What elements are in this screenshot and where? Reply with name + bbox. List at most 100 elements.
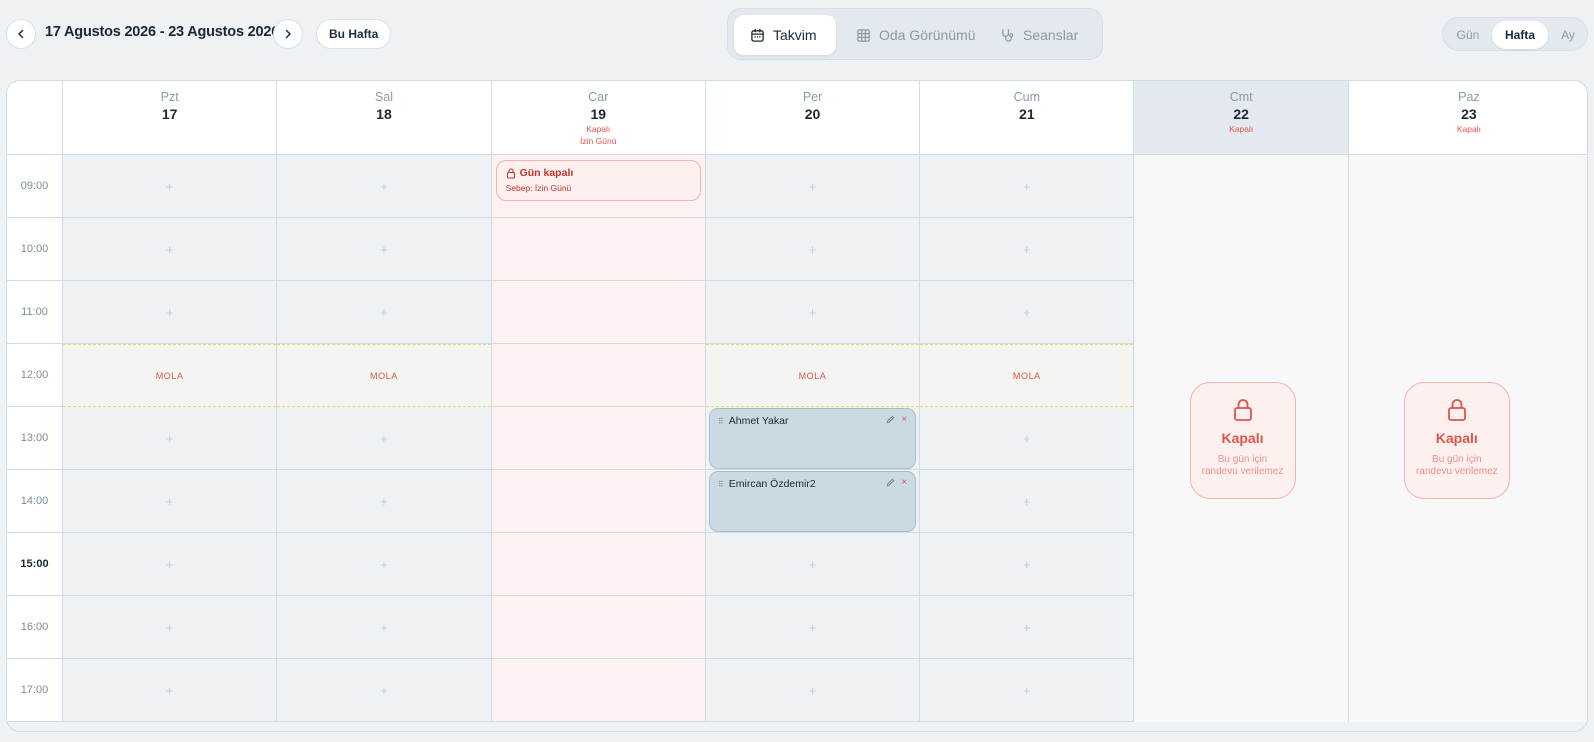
next-week-button[interactable]	[273, 19, 303, 49]
closed-card-subtitle-2: randevu verilemez	[1415, 466, 1498, 477]
time-slot[interactable]: +	[63, 470, 277, 533]
edit-icon[interactable]	[886, 478, 895, 487]
time-slot[interactable]: +	[63, 155, 277, 218]
drag-handle-icon[interactable]: ⠿	[718, 417, 724, 426]
appointment-patient-name: Ahmet Yakar	[728, 415, 789, 427]
time-slot[interactable]: +	[705, 218, 920, 281]
time-slot[interactable]: +	[63, 659, 277, 722]
day-column-paz: Kapalı Bu gün için randevu verilemez	[1348, 155, 1587, 722]
add-slot-icon: +	[165, 493, 174, 509]
day-header-per[interactable]: Per 20	[705, 81, 921, 155]
time-slot[interactable]: +	[277, 659, 491, 722]
day-header-car[interactable]: Car 19 Kapalı İzin Günü	[491, 81, 706, 155]
add-slot-icon: +	[165, 241, 174, 257]
time-slot[interactable]: +	[63, 533, 277, 596]
day-column-sal: + + + MOLA + + + + +	[277, 155, 492, 722]
day-number: 18	[376, 106, 392, 122]
time-slot[interactable]: +	[63, 596, 277, 659]
time-slot	[491, 470, 705, 533]
lock-icon	[1233, 399, 1252, 421]
time-slot[interactable]: +	[705, 596, 920, 659]
add-slot-icon: +	[165, 619, 174, 635]
tab-ay[interactable]: Ay	[1550, 21, 1586, 49]
drag-handle-icon[interactable]: ⠿	[718, 480, 724, 489]
time-slot[interactable]: +	[920, 218, 1134, 281]
day-header-sal[interactable]: Sal 18	[277, 81, 492, 155]
time-slot[interactable]: +	[705, 155, 920, 218]
time-slot[interactable]: +	[277, 533, 491, 596]
this-week-button[interactable]: Bu Hafta	[316, 19, 392, 49]
time-slot[interactable]: +	[277, 596, 491, 659]
time-slot[interactable]: +	[705, 659, 920, 722]
time-slot[interactable]: +	[277, 470, 491, 533]
time-slot	[491, 659, 705, 722]
add-slot-icon: +	[380, 493, 388, 509]
time-slot[interactable]: +	[920, 596, 1134, 659]
edit-icon[interactable]	[886, 415, 895, 424]
time-slot[interactable]: +	[277, 218, 491, 281]
day-header-paz[interactable]: Paz 23 Kapalı	[1348, 81, 1587, 155]
add-slot-icon: +	[165, 430, 174, 446]
break-slot: MOLA	[705, 344, 920, 407]
day-header-cmt[interactable]: Cmt 22 Kapalı	[1134, 81, 1349, 155]
time-slot[interactable]: +	[920, 407, 1134, 470]
tab-gun[interactable]: Gün	[1447, 21, 1489, 49]
previous-week-button[interactable]	[6, 19, 36, 49]
appointment-card[interactable]: ⠿ Ahmet Yakar ×	[708, 408, 917, 469]
add-slot-icon: +	[1023, 682, 1031, 698]
time-slot[interactable]: +	[63, 218, 277, 281]
tab-hafta[interactable]: Hafta	[1492, 21, 1548, 49]
time-slot	[491, 344, 705, 407]
break-slot: MOLA	[277, 344, 491, 407]
time-slot[interactable]: +	[277, 155, 491, 218]
break-slot: MOLA	[920, 344, 1134, 407]
day-name: Cmt	[1229, 90, 1253, 104]
add-slot-icon: +	[1023, 556, 1031, 572]
closed-card-subtitle-2: randevu verilemez	[1201, 466, 1284, 477]
add-slot-icon: +	[808, 304, 817, 320]
add-slot-icon: +	[165, 304, 174, 320]
break-slot: MOLA	[63, 344, 277, 407]
time-slot[interactable]: +	[277, 407, 491, 470]
delete-icon[interactable]: ×	[901, 414, 907, 425]
range-tabs: Gün Hafta Ay	[1442, 17, 1588, 51]
closed-card-title: Kapalı	[1221, 430, 1264, 446]
day-column-cum: + + + MOLA + + + + +	[920, 155, 1135, 722]
day-column-per: + + + MOLA + + + ⠿ Ahmet Yakar × ⠿ Emircan Özdemir2…	[705, 155, 921, 722]
chevron-left-icon	[18, 29, 24, 39]
add-slot-icon: +	[380, 556, 388, 572]
time-slot[interactable]: +	[277, 281, 491, 344]
add-slot-icon: +	[808, 178, 817, 194]
time-label: 14:00	[7, 470, 63, 533]
tab-seanslar-label: Seanslar	[1023, 27, 1079, 43]
time-slot[interactable]: +	[920, 470, 1134, 533]
add-slot-icon: +	[1023, 430, 1031, 446]
time-slot[interactable]: +	[705, 533, 920, 596]
time-slot[interactable]: +	[920, 155, 1134, 218]
day-number: 21	[1019, 106, 1035, 122]
day-header-pzt[interactable]: Pzt 17	[63, 81, 278, 155]
tab-seanslar[interactable]: Seanslar	[992, 15, 1096, 55]
day-header-cum[interactable]: Cum 21	[920, 81, 1135, 155]
day-column-car: Gün kapalı Sebep: İzin Günü	[491, 155, 706, 722]
time-slot[interactable]: +	[920, 281, 1134, 344]
date-range-title: 17 Agustos 2026 - 23 Agustos 2026	[45, 24, 280, 40]
tab-takvim[interactable]: Takvim	[734, 15, 836, 55]
time-slot[interactable]: +	[705, 281, 920, 344]
time-slot	[491, 281, 705, 344]
add-slot-icon: +	[808, 682, 817, 698]
time-slot[interactable]: +	[63, 281, 277, 344]
appointment-card[interactable]: ⠿ Emircan Özdemir2 ×	[708, 471, 917, 532]
closed-day-reason: Sebep: İzin Günü	[505, 183, 572, 193]
appointment-patient-name: Emircan Özdemir2	[728, 478, 816, 490]
time-slot[interactable]: +	[920, 533, 1134, 596]
day-name: Car	[588, 90, 609, 104]
day-closed-label: Kapalı	[1229, 124, 1254, 134]
tab-oda-gorunumu[interactable]: Oda Görünümü	[844, 15, 990, 55]
time-slot[interactable]: +	[920, 659, 1134, 722]
delete-icon[interactable]: ×	[901, 477, 907, 488]
grid-icon	[857, 28, 870, 42]
closed-card-subtitle-1: Bu gün için	[1432, 454, 1482, 465]
time-slot[interactable]: +	[63, 407, 277, 470]
calendar-corner	[7, 81, 63, 155]
